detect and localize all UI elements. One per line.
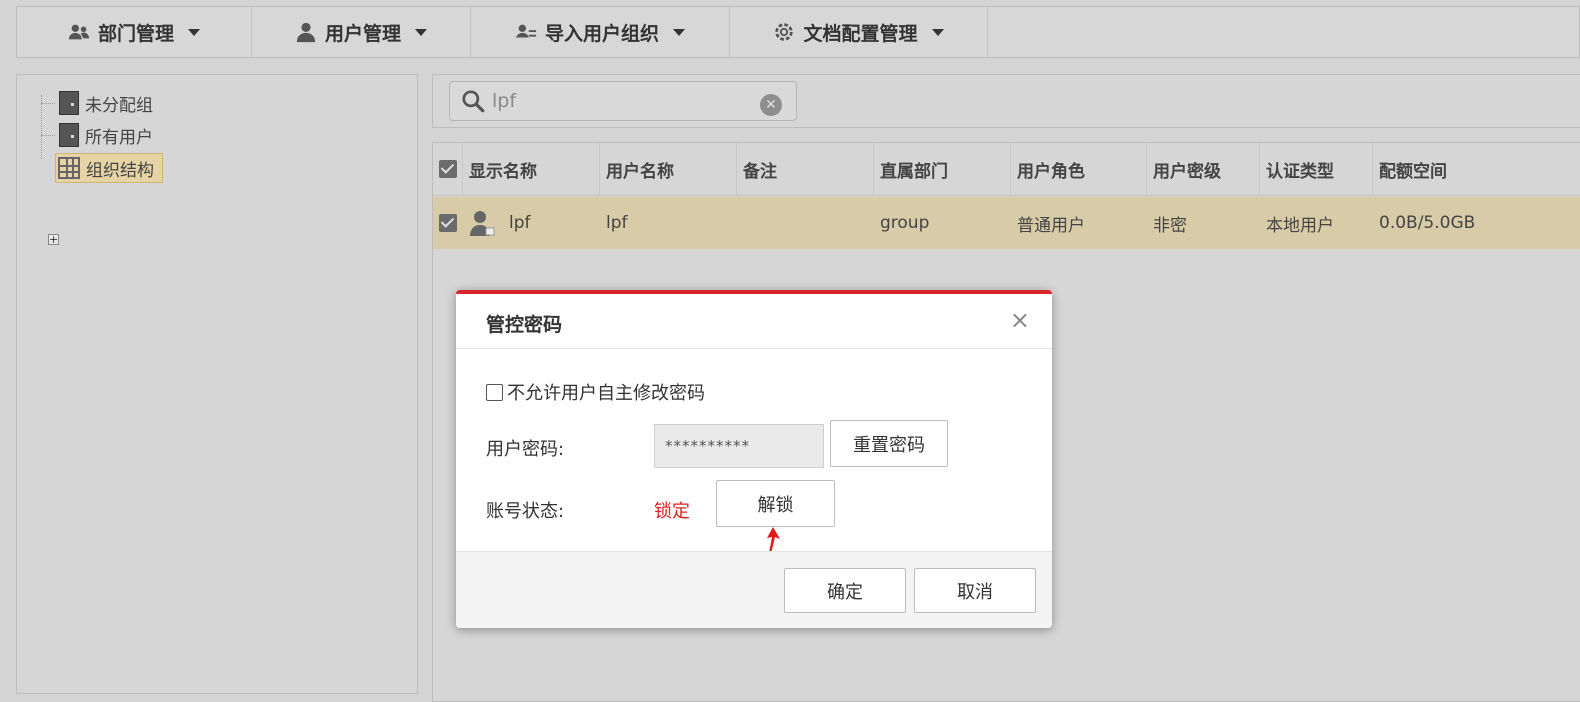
column-header-auth-type[interactable]: 认证类型 xyxy=(1260,143,1373,195)
user-management-label: 用户管理 xyxy=(324,22,401,45)
reset-password-button[interactable]: 重置密码 xyxy=(830,420,948,467)
import-users-menu[interactable]: 导入用户组织 xyxy=(471,7,730,57)
password-control-dialog: 管控密码 × 不允许用户自主修改密码 用户密码: ********** 重置密码… xyxy=(456,290,1052,628)
dialog-footer: 确定 取消 xyxy=(456,551,1052,628)
tree-node-all-users[interactable]: 所有用户 xyxy=(59,120,153,150)
document-config-label: 文档配置管理 xyxy=(803,22,918,45)
dialog-body: 不允许用户自主修改密码 用户密码: ********** 重置密码 账号状态: … xyxy=(456,349,1052,554)
chevron-down-icon xyxy=(188,28,200,36)
chevron-down-icon xyxy=(931,28,944,36)
disallow-change-checkbox[interactable] xyxy=(486,383,503,401)
table-row[interactable]: lpf lpf group 普通用户 非密 本地用户 0.0B/5.0GB xyxy=(433,197,1580,249)
column-header-department[interactable]: 直属部门 xyxy=(874,143,1011,195)
cell-auth-type: 本地用户 xyxy=(1266,215,1334,236)
top-toolbar: 部门管理 用户管理 导入用户组织 文档配置管理 xyxy=(16,6,1580,58)
cell-display-name: lpf xyxy=(463,197,600,249)
row-checkbox[interactable] xyxy=(439,214,457,232)
import-users-icon xyxy=(515,24,537,40)
tree-node-label: 未分配组 xyxy=(85,95,153,116)
column-header-user-name[interactable]: 用户名称 xyxy=(600,143,737,195)
search-icon xyxy=(462,90,485,113)
search-box: ✕ xyxy=(449,81,797,121)
group-users-icon xyxy=(68,24,90,40)
organization-grid-icon xyxy=(58,157,80,179)
cell-security-level: 非密 xyxy=(1153,215,1187,236)
search-bar-area: ✕ xyxy=(432,74,1580,128)
cell-note xyxy=(737,197,874,249)
door-icon xyxy=(59,123,79,147)
unlock-button[interactable]: 解锁 xyxy=(716,480,835,527)
user-icon xyxy=(296,22,316,43)
close-icon[interactable]: × xyxy=(1010,306,1030,334)
tree-connector xyxy=(41,135,55,136)
cell-department: group xyxy=(880,213,930,233)
column-header-display-name[interactable]: 显示名称 xyxy=(463,143,600,195)
tree-connector xyxy=(41,103,55,104)
ok-button[interactable]: 确定 xyxy=(784,568,906,613)
department-management-label: 部门管理 xyxy=(97,22,174,45)
dialog-header: 管控密码 × xyxy=(456,294,1052,349)
door-icon xyxy=(59,91,79,115)
dialog-title: 管控密码 xyxy=(486,314,563,336)
display-name-text: lpf xyxy=(509,213,531,233)
document-config-menu[interactable]: 文档配置管理 xyxy=(730,7,988,57)
import-users-label: 导入用户组织 xyxy=(544,22,659,45)
user-management-menu[interactable]: 用户管理 xyxy=(252,7,471,57)
tree-node-label: 组织结构 xyxy=(86,160,154,181)
table-header: 显示名称 用户名称 备注 直属部门 用户角色 用户密级 认证类型 配额空间 xyxy=(433,143,1580,196)
search-input[interactable] xyxy=(490,89,754,113)
cell-quota: 0.0B/5.0GB xyxy=(1379,213,1476,233)
cell-role: 普通用户 xyxy=(1017,215,1085,236)
chevron-down-icon xyxy=(673,28,685,36)
column-header-quota[interactable]: 配额空间 xyxy=(1373,143,1573,195)
department-management-menu[interactable]: 部门管理 xyxy=(17,7,252,57)
select-all-checkbox[interactable] xyxy=(439,160,457,178)
gear-icon xyxy=(775,23,794,41)
tree-expander[interactable]: + xyxy=(48,234,59,245)
chevron-down-icon xyxy=(415,28,427,36)
org-tree-panel: 未分配组 所有用户 + 组织结构 xyxy=(16,74,418,694)
tree-node-organization[interactable]: 组织结构 xyxy=(55,153,163,183)
password-label: 用户密码: xyxy=(486,439,565,460)
account-status-label: 账号状态: xyxy=(486,501,565,522)
user-avatar-icon xyxy=(470,211,495,236)
tree-node-label: 所有用户 xyxy=(85,127,153,148)
clear-icon[interactable]: ✕ xyxy=(760,94,782,116)
password-field: ********** xyxy=(654,424,824,468)
tree-connector xyxy=(41,95,42,159)
disallow-change-label: 不允许用户自主修改密码 xyxy=(507,383,705,404)
column-header-note[interactable]: 备注 xyxy=(737,143,874,195)
column-header-role[interactable]: 用户角色 xyxy=(1011,143,1147,195)
account-status-value: 锁定 xyxy=(654,501,690,522)
cancel-button[interactable]: 取消 xyxy=(914,568,1036,613)
cell-user-name: lpf xyxy=(606,213,628,233)
tree-node-unassigned[interactable]: 未分配组 xyxy=(59,88,153,118)
select-all-cell[interactable] xyxy=(433,143,463,195)
column-header-security-level[interactable]: 用户密级 xyxy=(1147,143,1260,195)
row-select-cell[interactable] xyxy=(433,197,463,249)
disallow-change-option[interactable]: 不允许用户自主修改密码 xyxy=(486,379,705,405)
